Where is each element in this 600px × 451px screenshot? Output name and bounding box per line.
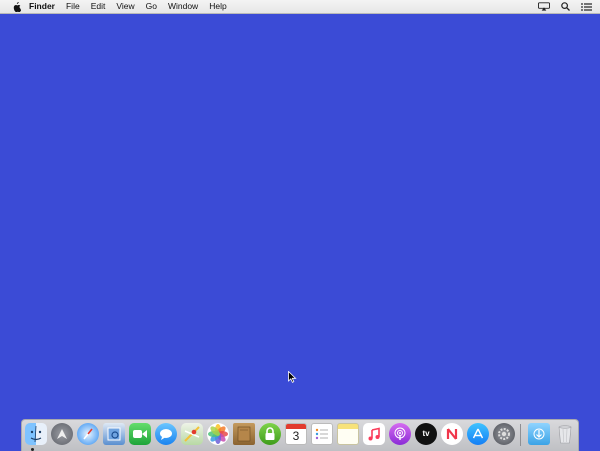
- notebook-icon[interactable]: [233, 423, 255, 445]
- dock-separator: [520, 424, 521, 446]
- tv-icon[interactable]: tv: [415, 423, 437, 445]
- photos-icon[interactable]: [207, 423, 229, 445]
- airplay-display-icon[interactable]: [538, 2, 550, 11]
- mouse-pointer-icon: [288, 370, 297, 383]
- messages-icon[interactable]: [155, 423, 177, 445]
- calendar-day: 3: [292, 429, 300, 443]
- menu-app-finder[interactable]: Finder: [29, 0, 55, 13]
- menu-edit[interactable]: Edit: [91, 0, 106, 13]
- notes-icon[interactable]: [337, 423, 359, 445]
- apple-menu-icon[interactable]: [11, 1, 21, 12]
- preview-icon[interactable]: [103, 423, 125, 445]
- maps-icon[interactable]: [181, 423, 203, 445]
- dock: 3 tv: [21, 419, 579, 451]
- music-icon[interactable]: [363, 423, 385, 445]
- downloads-folder-icon[interactable]: [528, 423, 550, 445]
- menu-window[interactable]: Window: [168, 0, 198, 13]
- launchpad-icon[interactable]: [51, 423, 73, 445]
- reminders-icon[interactable]: [311, 423, 333, 445]
- menu-bar: Finder File Edit View Go Window Help: [0, 0, 600, 14]
- desktop[interactable]: [0, 14, 600, 451]
- menu-view[interactable]: View: [116, 0, 134, 13]
- menu-file[interactable]: File: [66, 0, 80, 13]
- news-icon[interactable]: [441, 423, 463, 445]
- calendar-icon[interactable]: 3: [285, 423, 307, 445]
- lock-icon[interactable]: [259, 423, 281, 445]
- podcasts-icon[interactable]: [389, 423, 411, 445]
- notification-center-icon[interactable]: [580, 2, 592, 11]
- menu-help[interactable]: Help: [209, 0, 226, 13]
- facetime-icon[interactable]: [129, 423, 151, 445]
- tv-label: tv: [422, 429, 430, 438]
- system-preferences-icon[interactable]: [493, 423, 515, 445]
- safari-icon[interactable]: [77, 423, 99, 445]
- app-store-icon[interactable]: [467, 423, 489, 445]
- finder-icon[interactable]: [25, 423, 47, 445]
- spotlight-search-icon[interactable]: [559, 2, 571, 11]
- trash-icon[interactable]: [554, 423, 576, 445]
- menu-go[interactable]: Go: [146, 0, 157, 13]
